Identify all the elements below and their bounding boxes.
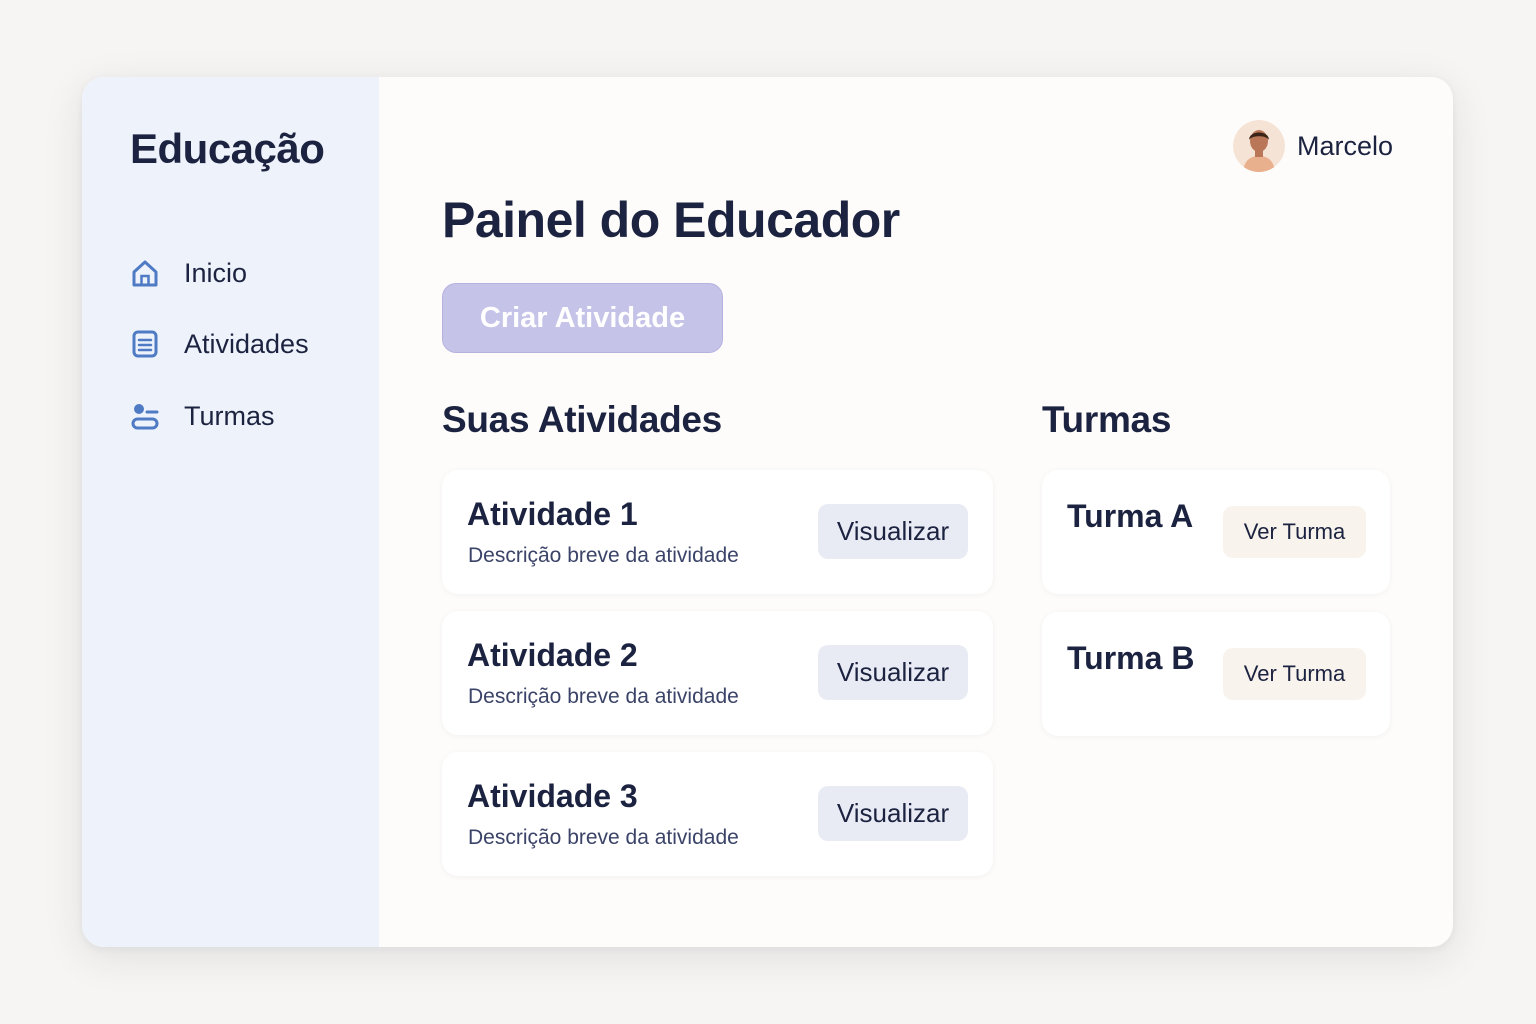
sidebar-item-label: Atividades — [184, 328, 309, 359]
class-title: Turma B — [1067, 640, 1195, 676]
brand-title: Educação — [130, 125, 325, 172]
activity-title: Atividade 1 — [467, 496, 638, 532]
home-icon — [130, 258, 160, 288]
view-activity-button[interactable]: Visualizar — [818, 645, 968, 700]
main-content: Marcelo Painel do Educador Criar Ativida… — [379, 77, 1453, 947]
activity-title: Atividade 3 — [467, 778, 638, 814]
sidebar-item-label: Turmas — [184, 400, 275, 431]
class-card: Turma B Ver Turma — [1042, 612, 1390, 736]
app-window: Educação Inicio Atividades Turmas Marcel… — [82, 77, 1453, 947]
user-menu[interactable]: Marcelo — [1232, 120, 1393, 172]
sidebar-item-label: Inicio — [184, 257, 248, 288]
activity-description: Descrição breve da atividade — [468, 685, 739, 708]
sidebar-item-inicio[interactable]: Inicio — [130, 253, 350, 293]
sidebar-item-atividades[interactable]: Atividades — [130, 324, 350, 364]
sidebar-item-turmas[interactable]: Turmas — [130, 396, 350, 436]
activity-card: Atividade 1 Descrição breve da atividade… — [442, 470, 993, 594]
activity-card: Atividade 2 Descrição breve da atividade… — [442, 611, 993, 735]
user-name: Marcelo — [1296, 130, 1393, 161]
page-title: Painel do Educador — [442, 192, 900, 248]
view-class-button[interactable]: Ver Turma — [1223, 648, 1366, 700]
sidebar: Educação Inicio Atividades Turmas — [82, 77, 379, 947]
groups-icon — [130, 401, 160, 431]
list-icon — [130, 329, 160, 359]
classes-section-title: Turmas — [1042, 399, 1172, 440]
activity-description: Descrição breve da atividade — [468, 826, 739, 849]
create-activity-button[interactable]: Criar Atividade — [442, 283, 723, 353]
class-title: Turma A — [1067, 498, 1194, 534]
view-class-button[interactable]: Ver Turma — [1223, 506, 1366, 558]
activities-section-title: Suas Atividades — [442, 399, 722, 440]
activity-title: Atividade 2 — [467, 637, 638, 673]
view-activity-button[interactable]: Visualizar — [818, 504, 968, 559]
class-card: Turma A Ver Turma — [1042, 470, 1390, 594]
activity-description: Descrição breve da atividade — [468, 544, 739, 567]
view-activity-button[interactable]: Visualizar — [818, 786, 968, 841]
avatar — [1232, 120, 1285, 172]
activity-card: Atividade 3 Descrição breve da atividade… — [442, 752, 993, 876]
